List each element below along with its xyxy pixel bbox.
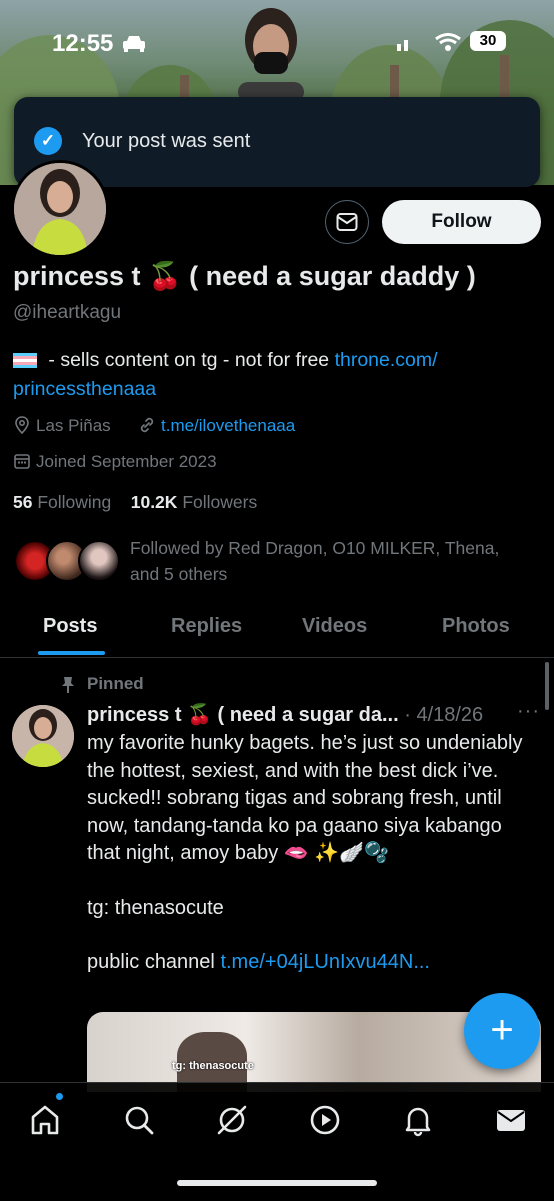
post-text-main: my favorite hunky bagets. he’s just so u… [87, 732, 523, 864]
calendar-icon [14, 454, 30, 469]
media-caption: tg: thenasocute [172, 1060, 254, 1072]
profile-handle: @iheartkagu [13, 302, 122, 323]
followers-label: Followers [182, 492, 258, 512]
video-icon[interactable] [308, 1103, 342, 1137]
joined-text: Joined September 2023 [36, 452, 217, 471]
pinned-label: Pinned [87, 674, 144, 693]
bio-text: - sells content on tg - not for free [43, 349, 335, 371]
notifications-icon[interactable] [401, 1103, 435, 1137]
following-label: Following [37, 492, 112, 512]
mail-icon [336, 213, 358, 231]
tab-replies[interactable]: Replies [171, 615, 242, 638]
profile-bio: - sells content on tg - not for free thr… [13, 346, 533, 404]
messages-icon[interactable] [494, 1103, 528, 1137]
tab-posts[interactable]: Posts [43, 615, 97, 638]
follow-button[interactable]: Follow [382, 200, 541, 244]
battery-level: 30 [479, 32, 497, 49]
scrollbar[interactable] [545, 662, 549, 710]
compose-post-button[interactable]: + [464, 993, 540, 1069]
following-stat[interactable]: 56 Following [13, 492, 111, 512]
toast-message: Your post was sent [82, 130, 251, 152]
channel-link[interactable]: t.me/+04jLUnIxvu44N... [220, 951, 430, 973]
search-icon[interactable] [122, 1103, 156, 1137]
link-icon [140, 417, 154, 433]
pin-icon [62, 677, 74, 693]
bio-link-part-1[interactable]: throne.com/ [335, 349, 438, 371]
status-time: 12:55 [52, 30, 114, 57]
post-text[interactable]: my favorite hunky bagets. he’s just so u… [87, 730, 527, 977]
home-indicator[interactable] [177, 1180, 377, 1186]
post-text-tg: tg: thenasocute [87, 896, 224, 919]
followers-count: 10.2K [130, 492, 178, 512]
checkmark-icon: ✓ [34, 127, 62, 155]
bio-link-part-2[interactable]: princessthenaaa [13, 378, 156, 400]
post-text-channel: public channel t.me/+04jLUnIxvu44N... [87, 949, 527, 977]
battery-icon: 30 [470, 31, 506, 51]
transgender-flag-icon [13, 353, 37, 368]
location-pin-icon [15, 416, 29, 435]
followed-by-text[interactable]: Followed by Red Dragon, O10 MILKER, Then… [130, 535, 530, 587]
followers-stat[interactable]: 10.2K Followers [131, 492, 257, 512]
channel-prefix: public channel [87, 951, 221, 973]
tab-photos[interactable]: Photos [442, 615, 510, 638]
author-avatar-image [12, 705, 74, 767]
tab-videos[interactable]: Videos [302, 615, 367, 638]
following-count: 56 [13, 492, 33, 512]
profile-avatar[interactable] [11, 160, 109, 258]
cellular-signal-icon [397, 40, 408, 51]
website-link[interactable]: t.me/ilovethenaaa [161, 416, 295, 435]
location-text: Las Piñas [36, 416, 111, 435]
grok-icon[interactable] [215, 1103, 249, 1137]
more-options-icon[interactable]: ··· [517, 700, 540, 723]
avatar-image [14, 163, 106, 255]
profile-joined: Joined September 2023 [13, 452, 217, 472]
home-notification-dot [56, 1093, 63, 1100]
follower-avatar-thena[interactable] [78, 540, 120, 582]
profile-name: princess t 🍒 ( need a sugar daddy ) [13, 261, 476, 291]
post-author-avatar[interactable] [12, 705, 74, 767]
wifi-icon [435, 33, 461, 51]
status-bar: 12:55 30 [0, 0, 554, 80]
profile-tabs: Posts Replies Videos Photos [0, 602, 554, 658]
post-author-name[interactable]: princess t 🍒 ( need a sugar da... [87, 704, 399, 726]
post-header: princess t 🍒 ( need a sugar da... · 4/18… [87, 702, 483, 727]
car-icon [123, 36, 145, 52]
message-button[interactable] [325, 200, 369, 244]
profile-website[interactable]: t.me/ilovethenaaa [138, 416, 295, 436]
follow-stats: 56 Following 10.2K Followers [13, 492, 257, 513]
home-icon[interactable] [28, 1103, 62, 1137]
active-tab-indicator [38, 651, 105, 655]
profile-location: Las Piñas [13, 416, 111, 436]
post-date[interactable]: · 4/18/26 [404, 704, 483, 726]
